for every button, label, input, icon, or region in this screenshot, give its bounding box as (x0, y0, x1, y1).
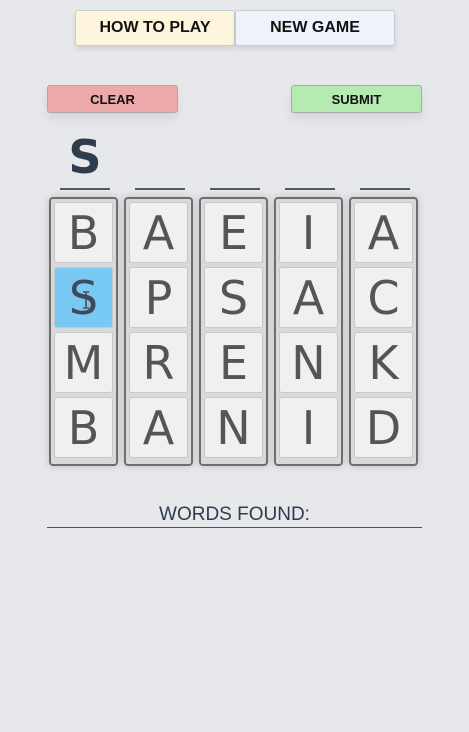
letter-tile[interactable]: E (204, 202, 263, 263)
clear-button[interactable]: CLEAR (47, 85, 178, 113)
word-slot-5 (360, 132, 410, 190)
word-slot-letter (360, 132, 410, 182)
letter-tile[interactable]: P (129, 267, 188, 328)
letter-tile[interactable]: I (279, 397, 338, 458)
text-cursor-icon (83, 291, 89, 309)
letter-tile[interactable]: R (129, 332, 188, 393)
word-slot-letter (135, 132, 185, 182)
word-slot-4 (285, 132, 335, 190)
letter-tile[interactable]: E (204, 332, 263, 393)
letter-tile[interactable]: A (279, 267, 338, 328)
word-slot-2 (135, 132, 185, 190)
letter-column-5[interactable]: A C K D (349, 197, 418, 466)
words-found-divider (47, 527, 422, 528)
letter-tile[interactable]: C (354, 267, 413, 328)
new-game-button[interactable]: NEW GAME (235, 10, 395, 46)
word-slot-letter (285, 132, 335, 182)
letter-tile[interactable]: B (54, 397, 113, 458)
letter-tile[interactable]: D (354, 397, 413, 458)
letter-column-4[interactable]: I A N I (274, 197, 343, 466)
words-found-label: WORDS FOUND: (159, 504, 310, 525)
letter-tile[interactable]: I (279, 202, 338, 263)
submit-button[interactable]: SUBMIT (291, 85, 422, 113)
how-to-play-button[interactable]: HOW TO PLAY (75, 10, 235, 46)
letter-column-2[interactable]: A P R A (124, 197, 193, 466)
word-slot-letter: S (68, 130, 102, 184)
letter-tile[interactable]: K (354, 332, 413, 393)
letter-column-3[interactable]: E S E N (199, 197, 268, 466)
letter-tile[interactable]: M (54, 332, 113, 393)
letter-tile[interactable]: A (129, 202, 188, 263)
letter-tile[interactable]: A (129, 397, 188, 458)
word-slot-letter (210, 132, 260, 182)
letter-tile[interactable]: A (354, 202, 413, 263)
word-slot-3 (210, 132, 260, 190)
letter-tile[interactable]: N (204, 397, 263, 458)
letter-tile[interactable]: N (279, 332, 338, 393)
letter-column-1[interactable]: B S M B (49, 197, 118, 466)
word-slot-1: S (60, 132, 110, 190)
letter-tile[interactable]: B (54, 202, 113, 263)
letter-tile[interactable]: S (204, 267, 263, 328)
